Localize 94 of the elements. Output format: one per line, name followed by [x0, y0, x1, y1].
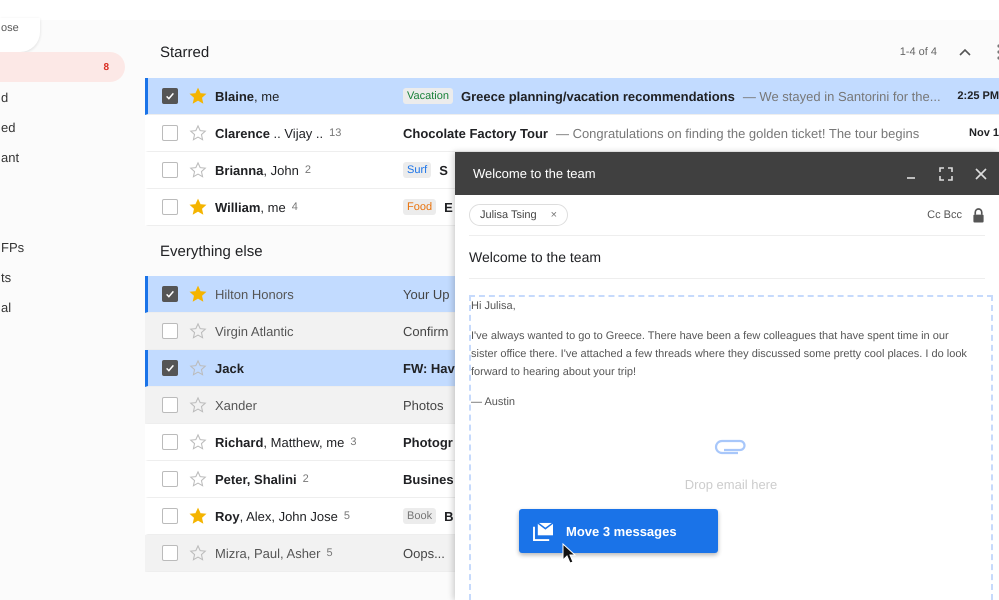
close-icon[interactable]	[975, 168, 987, 180]
email-subject: Busines	[403, 472, 454, 486]
sender-name: Blaine, me	[215, 88, 280, 104]
email-row[interactable]: Clarence .. Vijay .. 13 Chocolate Factory Tour — Congratulations on finding the golden ticket! The tour begins Nov 1	[145, 115, 999, 152]
email-subject: Photogr	[403, 434, 453, 450]
paperclip-icon	[714, 437, 748, 455]
sidebar-item[interactable]: FPs	[0, 232, 125, 262]
sender-name: Jack	[215, 360, 244, 376]
sender-name: William, me	[215, 200, 286, 214]
sender-name: Clarence .. Vijay ..	[215, 126, 324, 140]
checkbox[interactable]	[162, 545, 178, 561]
star-outline-icon[interactable]	[189, 433, 207, 451]
lock-icon[interactable]	[972, 208, 985, 222]
check-icon	[164, 90, 176, 102]
email-date: Nov 1	[969, 127, 999, 139]
email-subject: Confirm	[403, 324, 449, 338]
email-subject: S	[439, 162, 448, 178]
star-outline-icon[interactable]	[189, 322, 207, 340]
checkbox[interactable]	[162, 508, 178, 524]
checkbox[interactable]	[162, 397, 178, 413]
section-title: Starred	[160, 44, 210, 60]
pagination-text: 1-4 of 4	[900, 46, 937, 58]
sidebar-item[interactable]: ant	[0, 142, 125, 172]
star-icon[interactable]	[189, 285, 207, 303]
star-outline-icon[interactable]	[189, 544, 207, 562]
star-outline-icon[interactable]	[189, 124, 207, 142]
body-paragraph: — Austin	[471, 395, 516, 410]
email-snippet: — We stayed in Santorini for the...	[742, 88, 941, 104]
sender-name: Hilton Honors	[215, 286, 294, 302]
thread-count: 3	[350, 436, 356, 448]
section-title: Everything else	[160, 242, 263, 260]
email-subject: Greece planning/vacation recommendations	[461, 88, 735, 104]
check-icon	[164, 362, 176, 374]
sender-name: Peter, Shalini	[215, 472, 297, 486]
checkbox[interactable]	[162, 360, 178, 376]
email-subject: Your Up	[403, 286, 450, 302]
sender-name: Mizra, Paul, Asher	[215, 546, 320, 560]
email-row[interactable]: Blaine, me Vacation Greece planning/vacation recommendations — We stayed in Santorini for the... 2:25 PM	[145, 78, 999, 115]
email-subject: FW: Hav	[403, 360, 455, 376]
sender-name: Brianna, John	[215, 162, 299, 178]
sidebar-item[interactable]: ts	[0, 262, 125, 292]
label-tag: Vacation	[403, 88, 453, 104]
label-tag: Food	[403, 199, 436, 215]
star-outline-icon[interactable]	[189, 161, 207, 179]
body-paragraph: I've always wanted to go to Greece. There have been a few colleagues that have spent time in our sister office there. I've attached a few threads where they discussed some pretty cool places. I do look forward to hearing about your trip!	[471, 329, 968, 380]
fullscreen-icon[interactable]	[939, 166, 953, 180]
checkbox[interactable]	[162, 471, 178, 487]
cc-bcc-link[interactable]: Cc Bcc	[927, 209, 962, 221]
email-snippet: — Congratulations on finding the golden ticket! The tour begins	[556, 126, 920, 140]
star-icon[interactable]	[189, 507, 207, 525]
cursor-icon	[562, 543, 576, 565]
checkbox[interactable]	[162, 286, 178, 302]
email-subject: Oops...	[403, 546, 445, 560]
sidebar-item[interactable]: d	[0, 82, 125, 112]
email-subject: Photos	[403, 398, 444, 412]
sender-name: Richard, Matthew, me	[215, 434, 344, 450]
email-subject: E	[444, 200, 453, 214]
star-icon[interactable]	[189, 87, 207, 105]
compose-title: Welcome to the team	[473, 166, 597, 181]
label-tag: Book	[403, 508, 436, 524]
star-outline-icon[interactable]	[189, 470, 207, 488]
subject-field[interactable]: Welcome to the team	[469, 236, 985, 279]
checkbox[interactable]	[162, 323, 178, 339]
check-icon	[164, 288, 176, 300]
thread-count: 4	[292, 201, 298, 213]
checkbox[interactable]	[162, 125, 178, 141]
checkbox[interactable]	[162, 434, 178, 450]
sender-name: Roy, Alex, John Jose	[215, 508, 338, 524]
checkbox[interactable]	[162, 199, 178, 215]
email-date: 2:25 PM	[957, 90, 999, 102]
label-tag: Surf	[403, 162, 432, 178]
drag-chip[interactable]: Move 3 messages	[519, 509, 718, 553]
thread-count: 13	[329, 127, 342, 139]
sidebar-item[interactable]: 8	[0, 52, 125, 82]
thread-count: 5	[344, 510, 350, 522]
star-outline-icon[interactable]	[189, 396, 207, 414]
email-subject: Chocolate Factory Tour	[403, 126, 548, 140]
checkbox[interactable]	[162, 88, 178, 104]
thread-count: 2	[304, 164, 311, 176]
star-icon[interactable]	[189, 198, 207, 216]
email-subject: B	[444, 508, 454, 524]
mail-stack-icon	[533, 522, 554, 540]
collapse-icon[interactable]	[959, 48, 971, 56]
star-outline-icon[interactable]	[189, 359, 207, 377]
sidebar-item[interactable]: ed	[0, 112, 125, 142]
sender-name: Virgin Atlantic	[215, 324, 294, 338]
checkbox[interactable]	[162, 162, 178, 178]
sidebar-item[interactable]: al	[0, 292, 125, 322]
recipient-chip[interactable]: Julisa Tsing ×	[469, 204, 568, 226]
compose-button[interactable]: ose	[0, 18, 40, 52]
sender-name: Xander	[215, 398, 257, 412]
body-paragraph: Hi Julisa,	[471, 299, 517, 314]
thread-count: 2	[302, 473, 309, 485]
thread-count: 5	[326, 547, 333, 559]
